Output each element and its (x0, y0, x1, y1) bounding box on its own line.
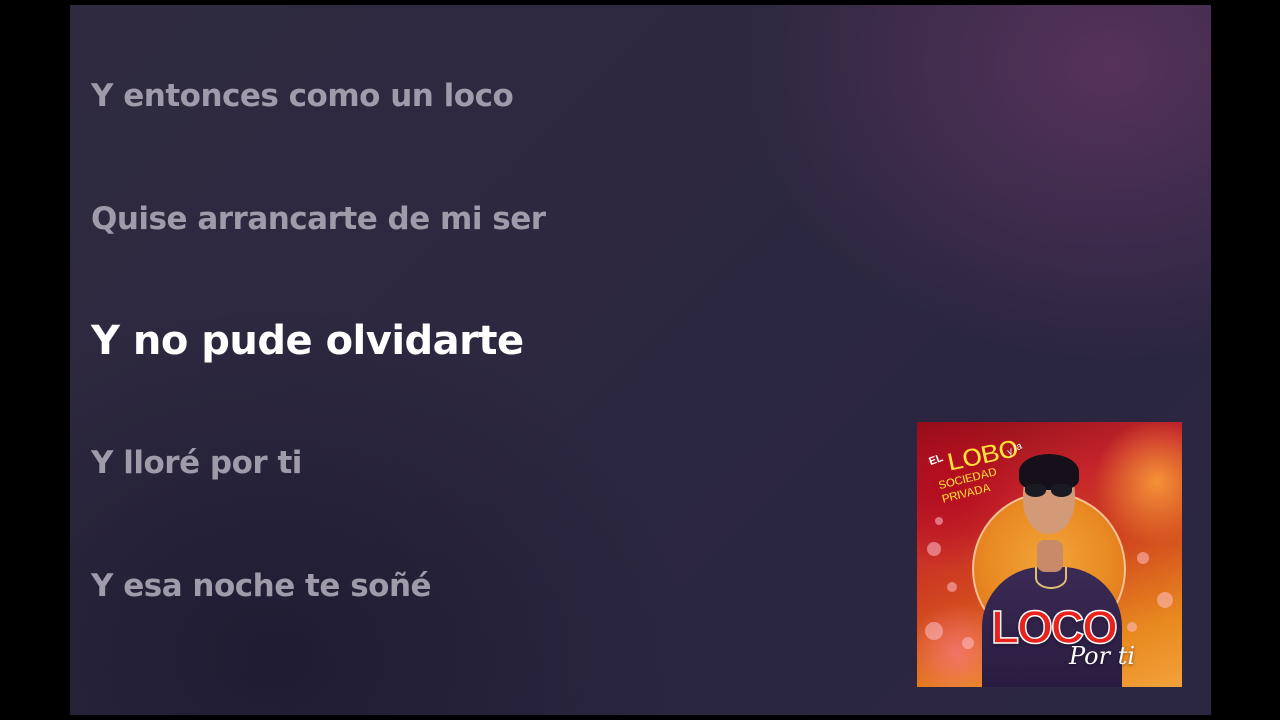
album-cover: EL LOBO y la SOCIEDAD PRIVADA LOCO Por t… (917, 422, 1182, 687)
lyric-line: Y lloré por ti (91, 445, 302, 481)
lyric-line: Quise arrancarte de mi ser (91, 201, 546, 237)
lyric-line: Y entonces como un loco (91, 78, 514, 114)
necklace-graphic (1035, 567, 1067, 589)
album-subtitle: Por ti (1069, 642, 1136, 670)
lyric-line: Y esa noche te soñé (91, 568, 432, 604)
lyric-line-active: Y no pude olvidarte (91, 318, 524, 364)
lyrics-panel: Y entonces como un loco Quise arrancarte… (70, 5, 1211, 715)
band-logo: EL LOBO y la SOCIEDAD PRIVADA (927, 432, 1025, 506)
sunglasses-graphic (1025, 484, 1073, 498)
